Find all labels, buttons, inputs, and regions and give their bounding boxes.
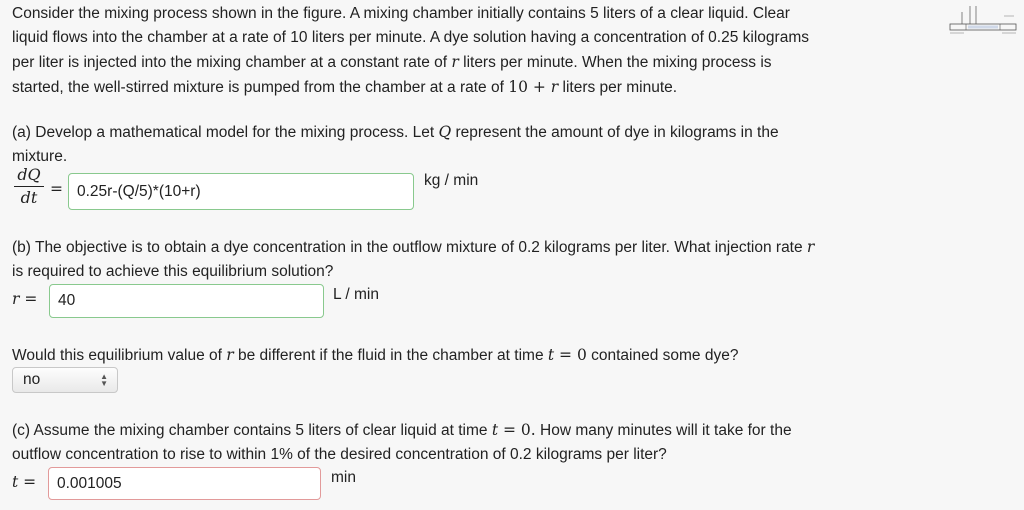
time-answer-input[interactable]: 0.001005 [48, 467, 321, 500]
mixing-chamber-figure [949, 6, 1017, 34]
part-a-text: (a) Develop a mathematical model for the… [12, 124, 439, 141]
part-b-line-2: is required to achieve this equilibrium … [12, 263, 334, 280]
part-b-line-1: (b) The objective is to obtain a dye con… [12, 235, 892, 260]
math-ten-plus: 10 + [508, 78, 551, 96]
followup-text: Would this equilibrium value of [12, 347, 227, 364]
var-r: r [806, 238, 815, 256]
rate-answer-value: 40 [58, 292, 76, 309]
part-c-question: (c) Assume the mixing chamber contains 5… [12, 418, 892, 467]
part-a-text-end: represent the amount of dye in kilograms… [451, 124, 779, 141]
part-c-line-2: outflow concentration to rise to within … [12, 446, 667, 463]
derivative-fraction: dQ dt [14, 166, 44, 207]
math-equals-zero: = 0 [554, 346, 587, 364]
part-c-text: (c) Assume the mixing chamber contains 5… [12, 422, 492, 439]
intro-line-4: started, the well-stirred mixture is pum… [12, 75, 892, 100]
select-value: no [23, 371, 41, 388]
part-b-text: (b) The objective is to obtain a dye con… [12, 239, 807, 256]
var-q: Q [438, 123, 452, 141]
rate-label: r = [12, 290, 37, 309]
equals-sign: = [18, 473, 37, 491]
intro-line-3: per liter is injected into the mixing ch… [12, 50, 892, 75]
part-b-question: (b) The objective is to obtain a dye con… [12, 235, 892, 284]
intro-line-1: Consider the mixing process shown in the… [12, 5, 790, 22]
part-a-question: (a) Develop a mathematical model for the… [12, 120, 892, 169]
model-answer-value: 0.25r-(Q/5)*(10+r) [77, 182, 201, 200]
dye-difference-select[interactable]: no ▲ ▼ [12, 367, 118, 393]
followup-text-end: contained some dye? [586, 347, 739, 364]
time-label: t = [12, 473, 36, 492]
part-b-unit: L / min [333, 286, 379, 303]
part-c-unit: min [331, 469, 356, 486]
intro-line-3-text-end: liters per minute. When the mixing proce… [458, 54, 772, 71]
intro-line-4-text: started, the well-stirred mixture is pum… [12, 79, 509, 96]
math-equals-zero: = 0. [498, 421, 536, 439]
part-c-line-1: (c) Assume the mixing chamber contains 5… [12, 418, 892, 443]
model-answer-input[interactable]: 0.25r-(Q/5)*(10+r) [68, 173, 414, 210]
part-a-line-1: (a) Develop a mathematical model for the… [12, 120, 892, 145]
fraction-numerator: dQ [17, 165, 41, 184]
part-a-line-2: mixture. [12, 148, 68, 165]
problem-intro: Consider the mixing process shown in the… [12, 2, 892, 100]
intro-line-4-text-end: liters per minute. [558, 79, 678, 96]
time-answer-value: 0.001005 [57, 474, 122, 492]
part-b-followup: Would this equilibrium value of r be dif… [12, 343, 892, 368]
rate-answer-input[interactable]: 40 [49, 284, 324, 318]
var-r: r [226, 346, 234, 364]
select-arrows-icon: ▲ ▼ [100, 372, 108, 388]
intro-line-2: liquid flows into the chamber at a rate … [12, 29, 809, 46]
fraction-denominator: dt [20, 188, 38, 207]
part-a-unit: kg / min [424, 172, 479, 189]
followup-text-mid: be different if the fluid in the chamber… [233, 347, 548, 364]
part-c-text-end: How many minutes will it take for the [535, 422, 792, 439]
equals-sign: = [50, 180, 63, 198]
intro-line-3-text: per liter is injected into the mixing ch… [12, 54, 452, 71]
equals-sign: = [19, 290, 38, 308]
var-r: r [451, 53, 459, 71]
fraction-bar [14, 186, 44, 187]
